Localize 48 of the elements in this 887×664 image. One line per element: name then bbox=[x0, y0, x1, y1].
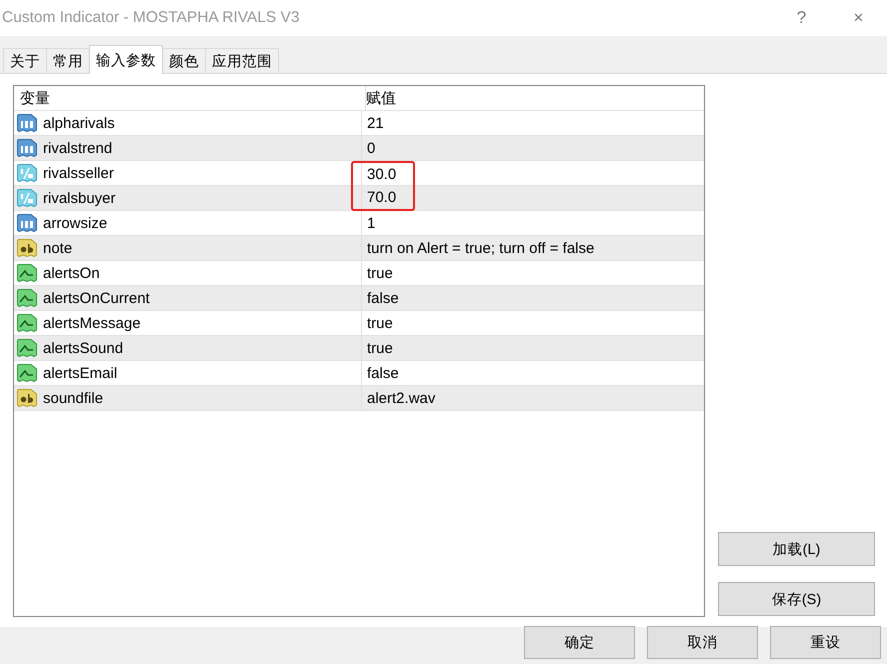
text-type-icon bbox=[16, 388, 38, 408]
parameter-value[interactable]: 1 bbox=[351, 210, 378, 236]
integer-type-icon bbox=[16, 138, 38, 158]
parameter-name: rivalsseller bbox=[43, 164, 114, 182]
parameter-value[interactable]: true bbox=[351, 310, 395, 336]
decimal-type-icon bbox=[16, 163, 38, 183]
parameter-value[interactable]: 0 bbox=[351, 136, 378, 160]
parameter-name: alertsMessage bbox=[43, 314, 141, 332]
parameter-name: soundfile bbox=[43, 390, 104, 406]
column-header[interactable]: 赋值 bbox=[366, 88, 704, 108]
window-title: Custom Indicator - MOSTAPHA RIVALS V3 bbox=[2, 9, 300, 27]
parameter-value[interactable]: alert2.wav bbox=[351, 386, 438, 410]
decimal-type-icon bbox=[16, 188, 38, 208]
parameter-value[interactable]: 70.0 bbox=[351, 186, 415, 210]
parameter-value[interactable]: 21 bbox=[351, 110, 386, 136]
side-button[interactable]: 保存(S) bbox=[718, 582, 875, 616]
boolean-type-icon bbox=[16, 263, 38, 283]
parameter-value[interactable]: turn on Alert = true; turn off = false bbox=[351, 236, 596, 260]
parameter-value[interactable]: false bbox=[351, 286, 401, 310]
parameter-value[interactable]: true bbox=[351, 260, 395, 286]
tab[interactable]: 输入参数 bbox=[89, 45, 163, 74]
parameter-name: alpharivals bbox=[43, 114, 115, 132]
integer-type-icon bbox=[16, 113, 38, 133]
parameter-name: alertsOn bbox=[43, 264, 100, 282]
tab[interactable]: 关于 bbox=[3, 48, 47, 73]
dialog-button[interactable]: 确定 bbox=[524, 626, 635, 659]
dialog-button[interactable]: 重设 bbox=[770, 626, 881, 659]
parameter-name: arrowsize bbox=[43, 214, 108, 232]
parameter-name: rivalsbuyer bbox=[43, 190, 116, 206]
help-button[interactable]: ? bbox=[773, 8, 830, 28]
text-type-icon bbox=[16, 238, 38, 258]
side-button[interactable]: 加载(L) bbox=[718, 532, 875, 566]
parameter-name: alertsEmail bbox=[43, 364, 118, 382]
parameter-name: alertsSound bbox=[43, 340, 124, 356]
integer-type-icon bbox=[16, 213, 38, 233]
boolean-type-icon bbox=[16, 288, 38, 308]
boolean-type-icon bbox=[16, 338, 38, 358]
column-header[interactable]: 变量 bbox=[14, 86, 366, 110]
parameter-name: note bbox=[43, 240, 72, 256]
boolean-type-icon bbox=[16, 363, 38, 383]
tab[interactable]: 应用范围 bbox=[205, 48, 279, 73]
parameter-value[interactable]: false bbox=[351, 360, 401, 386]
boolean-type-icon bbox=[16, 313, 38, 333]
close-button[interactable]: × bbox=[830, 8, 887, 28]
parameter-name: rivalstrend bbox=[43, 140, 112, 156]
parameter-value[interactable]: true bbox=[351, 336, 395, 360]
dialog-button[interactable]: 取消 bbox=[647, 626, 758, 659]
parameter-name: alertsOnCurrent bbox=[43, 290, 150, 306]
